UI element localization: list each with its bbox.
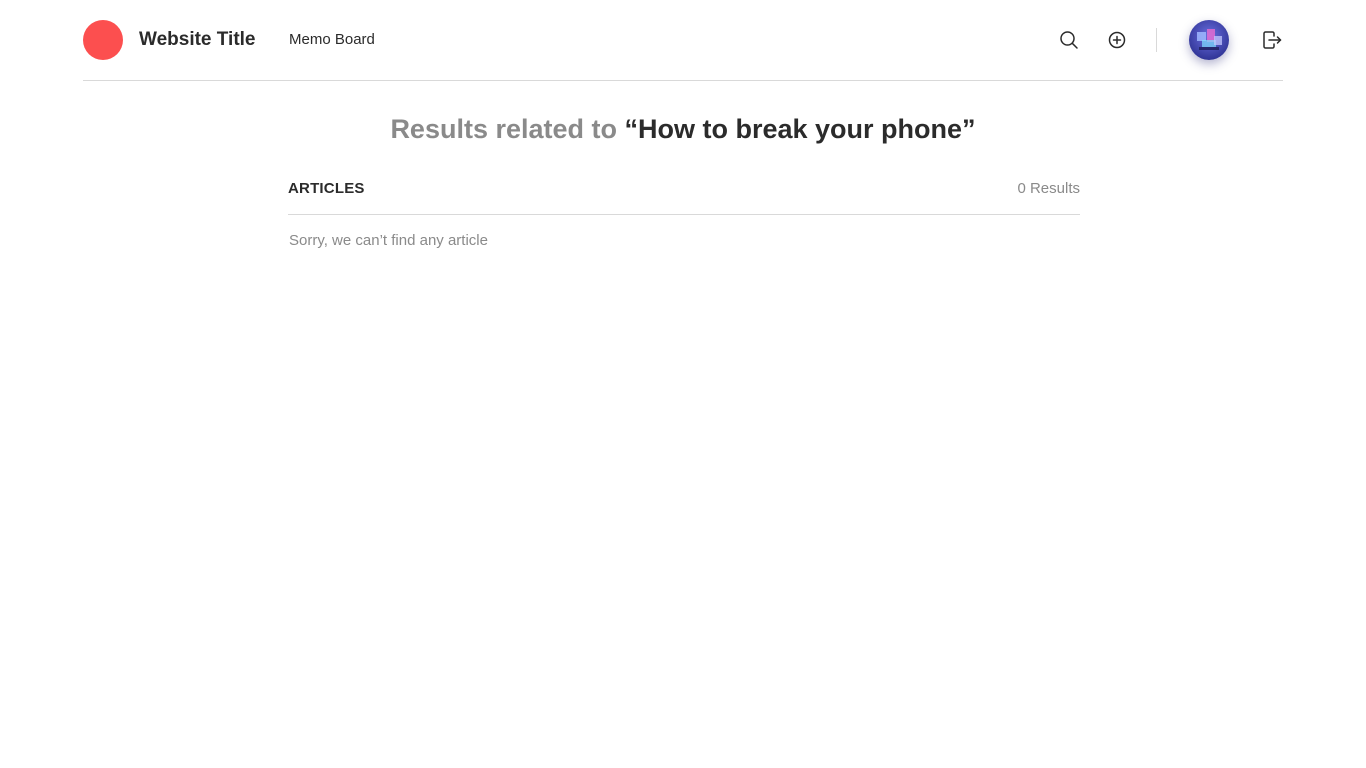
search-button[interactable]: [1057, 28, 1081, 52]
user-avatar[interactable]: [1189, 20, 1229, 60]
results-heading-prefix: Results related to: [390, 114, 617, 144]
plus-circle-icon: [1108, 31, 1126, 49]
site-title[interactable]: Website Title: [139, 29, 256, 51]
empty-state-message: Sorry, we can’t find any article: [289, 232, 488, 249]
articles-section: ARTICLES 0 Results Sorry, we can’t find …: [288, 176, 1080, 249]
search-query: “How to break your phone”: [624, 114, 976, 144]
add-post-button[interactable]: [1105, 28, 1129, 52]
results-heading: Results related to “How to break your ph…: [0, 114, 1366, 145]
results-count: 0 Results: [1017, 180, 1080, 197]
section-title: ARTICLES: [288, 180, 365, 197]
articles-section-header: ARTICLES 0 Results: [288, 176, 1080, 215]
header-divider: [1156, 28, 1157, 52]
top-header: Website Title Memo Board: [83, 0, 1283, 81]
nav-item-memo-board[interactable]: Memo Board: [289, 31, 375, 48]
search-icon: [1060, 31, 1078, 49]
logout-icon: [1263, 31, 1282, 49]
site-logo[interactable]: [83, 20, 123, 60]
logout-button[interactable]: [1260, 28, 1284, 52]
